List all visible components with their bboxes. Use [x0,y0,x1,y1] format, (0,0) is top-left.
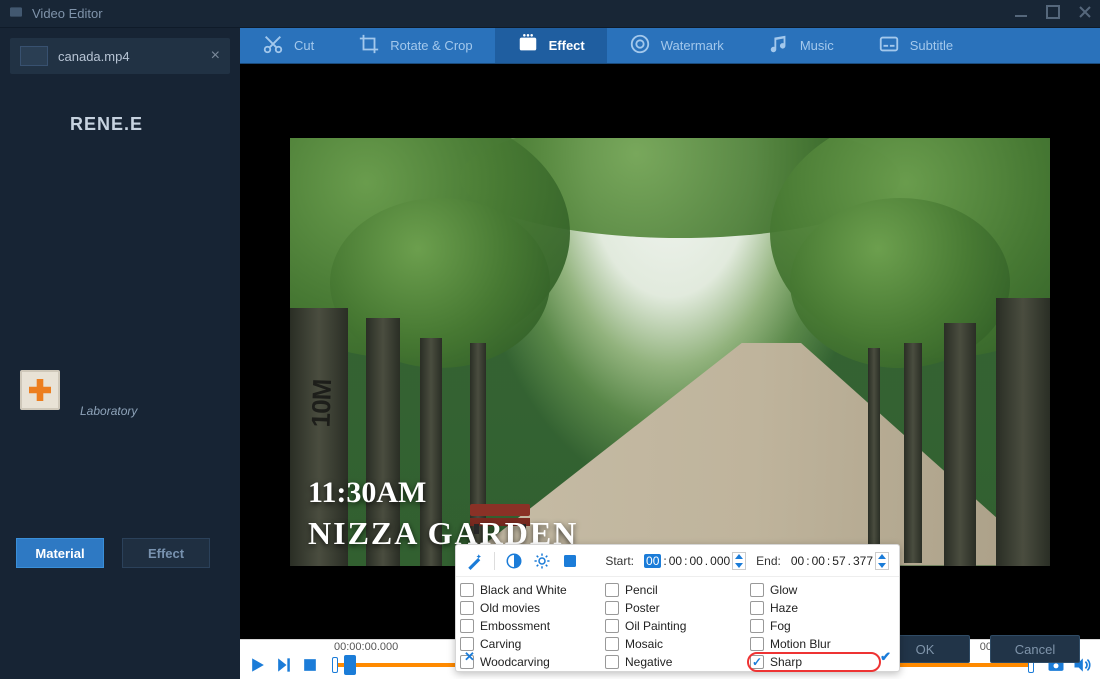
timeline-left-time: 00:00:00.000 [334,641,398,653]
sidebar: canada.mp4 × Material Effect RENE.E Labo… [0,28,240,679]
effect-label: Mosaic [625,637,663,651]
effect-label: Negative [625,655,672,669]
checkbox[interactable] [750,601,764,615]
panel-cancel-icon[interactable]: ✕ [464,649,475,665]
effect-panel: Start: 00:00:00.000 End: 00:00:57.377 Bl… [455,544,900,672]
end-timecode[interactable]: 00:00:57.377 [791,552,889,570]
app-icon [8,4,24,23]
effect-option-pencil[interactable]: Pencil [605,583,750,597]
sidebar-tab-effect[interactable]: Effect [122,538,210,568]
checkbox[interactable] [750,655,764,669]
effect-label: Sharp [770,655,802,669]
play-button[interactable] [248,655,268,675]
effect-list: Black and White Old movies Embossment Carvi… [456,577,899,673]
effect-option-carving[interactable]: Carving [460,637,605,651]
effect-option-glow[interactable]: Glow [750,583,895,597]
panel-confirm-icon[interactable]: ✔ [880,649,891,665]
minimize-button[interactable] [1014,5,1028,22]
checkbox[interactable] [605,619,619,633]
video-preview[interactable]: 10M 11:30AM NIZZA GARDEN [290,138,1050,566]
effect-label: Woodcarving [480,655,550,669]
effect-label: Carving [480,637,521,651]
brand-icon [20,370,60,410]
brand-line2: Laboratory [70,405,104,665]
stop-button[interactable] [300,655,320,675]
checkbox[interactable] [605,601,619,615]
file-close-icon[interactable]: × [211,47,220,65]
checkbox[interactable] [460,601,474,615]
watermark-icon [629,33,651,58]
start-spinner[interactable] [732,552,746,570]
effect-option-old-movies[interactable]: Old movies [460,601,605,615]
step-button[interactable] [274,655,294,675]
effect-option-embossment[interactable]: Embossment [460,619,605,633]
playhead[interactable] [344,655,356,675]
effect-label: Haze [770,601,798,615]
close-button[interactable] [1078,5,1092,22]
tool-watermark[interactable]: Watermark [607,28,746,63]
checkbox[interactable] [460,583,474,597]
effect-option-sharp[interactable]: Sharp [750,655,895,669]
effect-label: Old movies [480,601,540,615]
tool-music[interactable]: Music [746,28,856,63]
effect-label: Glow [770,583,797,597]
checkbox[interactable] [605,637,619,651]
effect-label: Oil Painting [625,619,686,633]
effect-option-oil-painting[interactable]: Oil Painting [605,619,750,633]
effect-icon [517,33,539,58]
maximize-button[interactable] [1046,5,1060,22]
highlight-ring [747,652,881,672]
checkbox[interactable] [605,583,619,597]
crop-icon [358,33,380,58]
tool-subtitle[interactable]: Subtitle [856,28,975,63]
end-label: End: [756,554,781,568]
contrast-icon[interactable] [505,552,523,570]
effect-option-fog[interactable]: Fog [750,619,895,633]
title-bar: Video Editor [0,0,1100,28]
window-title: Video Editor [32,6,103,21]
effect-label: Motion Blur [770,637,831,651]
checkbox[interactable] [460,619,474,633]
cut-icon [262,33,284,58]
subtitle-icon [878,33,900,58]
brand-line1: RENE.E [70,115,128,405]
start-label: Start: [605,554,634,568]
effect-label: Fog [770,619,791,633]
end-spinner[interactable] [875,552,889,570]
cancel-button[interactable]: Cancel [990,635,1080,663]
effect-label: Pencil [625,583,658,597]
magic-wand-icon[interactable] [466,552,484,570]
effect-option-black-and-white[interactable]: Black and White [460,583,605,597]
start-timecode[interactable]: 00:00:00.000 [644,552,746,570]
trim-start-handle[interactable] [332,657,338,673]
effect-option-haze[interactable]: Haze [750,601,895,615]
checkbox[interactable] [750,637,764,651]
overlay-time: 11:30AM [308,476,426,510]
effect-option-woodcarving[interactable]: Woodcarving [460,655,605,669]
brightness-icon[interactable] [533,552,551,570]
checkbox[interactable] [750,583,764,597]
tool-cut[interactable]: Cut [240,28,336,63]
tool-rotate-crop[interactable]: Rotate & Crop [336,28,494,63]
effect-label: Embossment [480,619,550,633]
file-name: canada.mp4 [58,49,130,64]
file-tab[interactable]: canada.mp4 × [10,38,230,74]
effect-label: Poster [625,601,660,615]
effect-option-negative[interactable]: Negative [605,655,750,669]
music-icon [768,33,790,58]
preview-graffiti: 10M [305,379,338,428]
checkbox[interactable] [750,619,764,633]
brand-logo: RENE.E Laboratory [20,115,128,665]
main-toolbar: Cut Rotate & Crop Effect Watermark Music… [240,28,1100,64]
checkbox[interactable] [605,655,619,669]
fill-icon[interactable] [561,552,579,570]
file-thumbnail [20,46,48,66]
effect-option-motion-blur[interactable]: Motion Blur [750,637,895,651]
effect-label: Black and White [480,583,567,597]
tool-effect[interactable]: Effect [495,28,607,63]
effect-option-mosaic[interactable]: Mosaic [605,637,750,651]
effect-option-poster[interactable]: Poster [605,601,750,615]
